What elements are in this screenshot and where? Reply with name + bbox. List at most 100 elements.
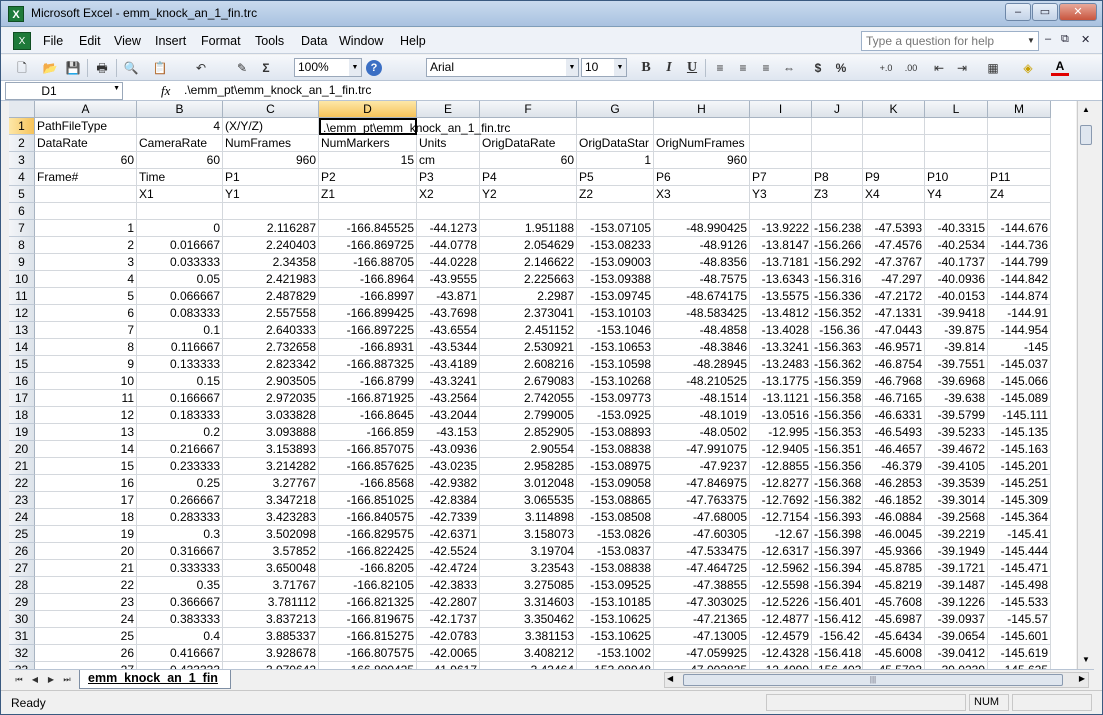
cell[interactable]: -156.398	[812, 526, 863, 543]
cell[interactable]: 3.423283	[223, 509, 319, 526]
cell[interactable]: -12.9405	[750, 441, 812, 458]
cell[interactable]: -46.2853	[863, 475, 925, 492]
cell[interactable]: 0.066667	[137, 288, 223, 305]
cell[interactable]: -156.353	[812, 424, 863, 441]
next-sheet-icon[interactable]: ▶	[45, 673, 57, 687]
cell[interactable]: -156.362	[812, 356, 863, 373]
scroll-right-icon[interactable]: ▶	[1079, 674, 1085, 683]
close-button[interactable]: ✕	[1059, 3, 1097, 21]
cell[interactable]: -166.8568	[319, 475, 417, 492]
cell[interactable]: -145.444	[988, 543, 1051, 560]
row-header[interactable]: 17	[9, 390, 35, 407]
menu-help[interactable]: Help	[400, 34, 426, 48]
cell[interactable]: 2.2987	[480, 288, 577, 305]
row-header[interactable]: 29	[9, 594, 35, 611]
cell[interactable]: 60	[480, 152, 577, 169]
cell[interactable]: -46.1852	[863, 492, 925, 509]
cell[interactable]: 3.19704	[480, 543, 577, 560]
cell[interactable]: P11	[988, 169, 1051, 186]
row-header[interactable]: 27	[9, 560, 35, 577]
cell[interactable]: 0.366667	[137, 594, 223, 611]
cell[interactable]: -43.0235	[417, 458, 480, 475]
cell[interactable]: -166.871925	[319, 390, 417, 407]
cell[interactable]: -166.857075	[319, 441, 417, 458]
cell[interactable]: -153.08838	[577, 560, 654, 577]
cell[interactable]	[812, 152, 863, 169]
align-center-icon[interactable]: ≡	[734, 59, 752, 77]
cell[interactable]: -145.201	[988, 458, 1051, 475]
row-header[interactable]: 1	[9, 118, 35, 135]
cell[interactable]: Y2	[480, 186, 577, 203]
cell[interactable]: -45.6987	[863, 611, 925, 628]
cell[interactable]: -153.09058	[577, 475, 654, 492]
cell[interactable]	[750, 135, 812, 152]
cell[interactable]: 20	[35, 543, 137, 560]
cell[interactable]: -145.089	[988, 390, 1051, 407]
maximize-button[interactable]: ▭	[1032, 3, 1058, 21]
cell[interactable]: -48.9126	[654, 237, 750, 254]
cell[interactable]: -39.1487	[925, 577, 988, 594]
cell[interactable]: -48.3846	[654, 339, 750, 356]
cell[interactable]: P2	[319, 169, 417, 186]
cell[interactable]: -47.533475	[654, 543, 750, 560]
cell[interactable]: 60	[137, 152, 223, 169]
cell[interactable]: -43.9555	[417, 271, 480, 288]
cell[interactable]: -156.356	[812, 407, 863, 424]
row-header[interactable]: 25	[9, 526, 35, 543]
cell[interactable]: -153.10268	[577, 373, 654, 390]
cell[interactable]: 3.153893	[223, 441, 319, 458]
cell[interactable]: -43.2564	[417, 390, 480, 407]
cell[interactable]: (X/Y/Z)	[223, 118, 319, 135]
cell[interactable]: -43.871	[417, 288, 480, 305]
cell[interactable]: P4	[480, 169, 577, 186]
cell[interactable]: Z3	[812, 186, 863, 203]
cell[interactable]: Z1	[319, 186, 417, 203]
column-header-m[interactable]: M	[988, 101, 1051, 118]
cell[interactable]: -153.09773	[577, 390, 654, 407]
cell[interactable]: -42.3833	[417, 577, 480, 594]
cell[interactable]: 3.43464	[480, 662, 577, 669]
cell[interactable]: -166.845525	[319, 220, 417, 237]
cell[interactable]: 9	[35, 356, 137, 373]
cell[interactable]: -43.6554	[417, 322, 480, 339]
cell[interactable]: 0.233333	[137, 458, 223, 475]
row-header[interactable]: 22	[9, 475, 35, 492]
cell[interactable]: -12.4099	[750, 662, 812, 669]
cell[interactable]: -153.08948	[577, 662, 654, 669]
menu-edit[interactable]: Edit	[79, 34, 101, 48]
column-header-f[interactable]: F	[480, 101, 577, 118]
cell[interactable]: -46.9571	[863, 339, 925, 356]
first-sheet-icon[interactable]: ⏮	[13, 673, 25, 687]
row-header[interactable]: 16	[9, 373, 35, 390]
cell[interactable]: -43.5344	[417, 339, 480, 356]
cell[interactable]: -42.4724	[417, 560, 480, 577]
chevron-down-icon[interactable]: ▼	[1024, 32, 1038, 50]
cell[interactable]: -39.3539	[925, 475, 988, 492]
chevron-down-icon[interactable]: ▼	[566, 59, 578, 76]
cell[interactable]: 0.15	[137, 373, 223, 390]
cell[interactable]: 18	[35, 509, 137, 526]
cell[interactable]: -144.842	[988, 271, 1051, 288]
cell[interactable]: 2.116287	[223, 220, 319, 237]
row-header[interactable]: 10	[9, 271, 35, 288]
cell[interactable]: -47.003825	[654, 662, 750, 669]
cell[interactable]: -45.6434	[863, 628, 925, 645]
cell[interactable]: 0.05	[137, 271, 223, 288]
help-icon[interactable]: ?	[366, 60, 382, 76]
cell[interactable]	[925, 135, 988, 152]
cell[interactable]: -39.7551	[925, 356, 988, 373]
cell[interactable]: -13.2483	[750, 356, 812, 373]
cell[interactable]: -43.2044	[417, 407, 480, 424]
cell[interactable]: -156.266	[812, 237, 863, 254]
underline-icon[interactable]: U	[683, 59, 701, 77]
cell[interactable]: -46.8754	[863, 356, 925, 373]
cell[interactable]	[480, 203, 577, 220]
cell[interactable]: 3.065535	[480, 492, 577, 509]
cell[interactable]: -39.0654	[925, 628, 988, 645]
cell[interactable]: 2.958285	[480, 458, 577, 475]
cell[interactable]: -13.6343	[750, 271, 812, 288]
column-header-k[interactable]: K	[863, 101, 925, 118]
cell[interactable]: 2.225663	[480, 271, 577, 288]
row-header[interactable]: 23	[9, 492, 35, 509]
cell[interactable]: -47.5393	[863, 220, 925, 237]
